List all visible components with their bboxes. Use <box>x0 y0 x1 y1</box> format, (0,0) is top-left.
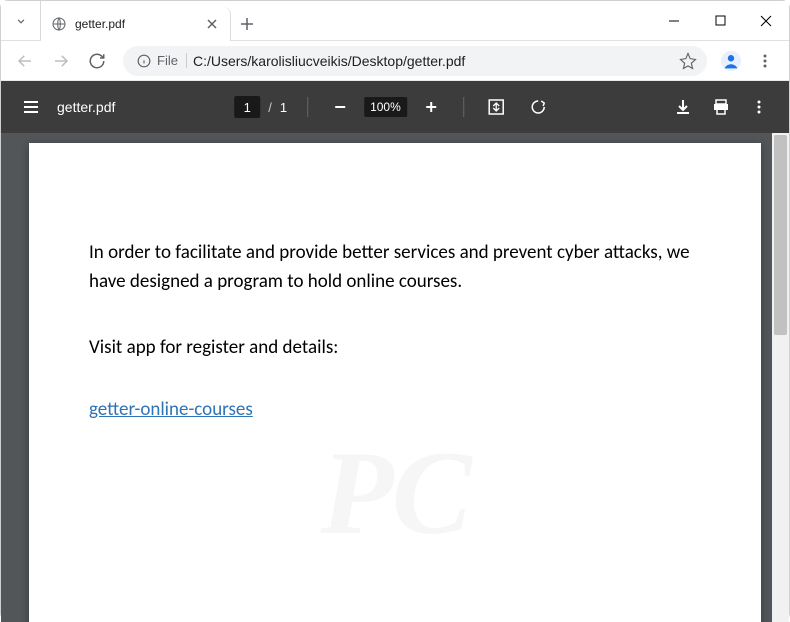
zoom-in-button[interactable] <box>413 89 449 125</box>
browser-tab[interactable]: getter.pdf <box>41 7 231 41</box>
arrow-left-icon <box>16 52 34 70</box>
forward-button[interactable] <box>45 45 77 77</box>
minimize-button[interactable] <box>651 1 697 41</box>
pdf-toolbar-center: / 1 100% <box>234 89 556 125</box>
minimize-icon <box>668 15 680 27</box>
rotate-icon <box>529 98 547 116</box>
pdf-viewport[interactable]: PC risk.com In order to facilitate and p… <box>1 133 789 622</box>
arrow-right-icon <box>52 52 70 70</box>
reload-icon <box>88 52 106 70</box>
plus-icon <box>423 99 439 115</box>
window-titlebar: getter.pdf <box>1 1 789 41</box>
omnibox[interactable]: File C:/Users/karolisliucveikis/Desktop/… <box>123 46 707 76</box>
info-icon <box>137 54 151 68</box>
back-button[interactable] <box>9 45 41 77</box>
browser-menu-button[interactable] <box>749 45 781 77</box>
chevron-down-icon <box>14 14 28 28</box>
toolbar-divider <box>307 97 308 117</box>
scrollbar[interactable] <box>772 133 789 622</box>
page-separator: / <box>268 100 272 115</box>
pdf-menu-button[interactable] <box>13 89 49 125</box>
pdf-more-button[interactable] <box>741 89 777 125</box>
zoom-level: 100% <box>364 97 407 117</box>
tab-search-button[interactable] <box>1 1 41 40</box>
hamburger-icon <box>22 98 40 116</box>
toolbar-divider <box>463 97 464 117</box>
bookmark-button[interactable] <box>679 52 697 70</box>
kebab-icon <box>757 53 773 69</box>
zoom-out-button[interactable] <box>322 89 358 125</box>
close-icon <box>760 15 772 27</box>
watermark: PC <box>320 424 469 562</box>
star-icon <box>679 52 697 70</box>
pdf-filename: getter.pdf <box>57 99 115 115</box>
download-button[interactable] <box>665 89 701 125</box>
print-icon <box>712 98 730 116</box>
scroll-thumb[interactable] <box>774 135 787 335</box>
document-paragraph-2: Visit app for register and details: <box>89 333 701 362</box>
document-paragraph-1: In order to facilitate and provide bette… <box>89 238 701 297</box>
tab-close-button[interactable] <box>204 16 220 32</box>
maximize-icon <box>715 15 726 26</box>
tab-title: getter.pdf <box>75 17 196 31</box>
print-button[interactable] <box>703 89 739 125</box>
reload-button[interactable] <box>81 45 113 77</box>
window-controls <box>651 1 789 40</box>
globe-icon <box>51 16 67 32</box>
close-icon <box>207 19 217 29</box>
page-number-input[interactable] <box>234 96 260 118</box>
profile-icon <box>720 50 742 72</box>
document-link[interactable]: getter-online-courses <box>89 398 253 421</box>
profile-button[interactable] <box>717 47 745 75</box>
download-icon <box>674 98 692 116</box>
maximize-button[interactable] <box>697 1 743 41</box>
fit-page-button[interactable] <box>478 89 514 125</box>
address-bar: File C:/Users/karolisliucveikis/Desktop/… <box>1 41 789 81</box>
pdf-toolbar: getter.pdf / 1 100% <box>1 81 789 133</box>
new-tab-button[interactable] <box>231 7 263 40</box>
site-info-button[interactable]: File <box>133 53 187 68</box>
url-text: C:/Users/karolisliucveikis/Desktop/gette… <box>193 53 673 69</box>
pdf-toolbar-right <box>665 89 777 125</box>
url-scheme-label: File <box>155 53 182 68</box>
titlebar-drag-area[interactable] <box>263 1 651 40</box>
close-window-button[interactable] <box>743 1 789 41</box>
kebab-icon <box>751 99 767 115</box>
fit-page-icon <box>487 98 505 116</box>
plus-icon <box>240 17 254 31</box>
page-total: 1 <box>280 100 287 115</box>
pdf-page: PC risk.com In order to facilitate and p… <box>29 143 761 622</box>
minus-icon <box>332 99 348 115</box>
rotate-button[interactable] <box>520 89 556 125</box>
